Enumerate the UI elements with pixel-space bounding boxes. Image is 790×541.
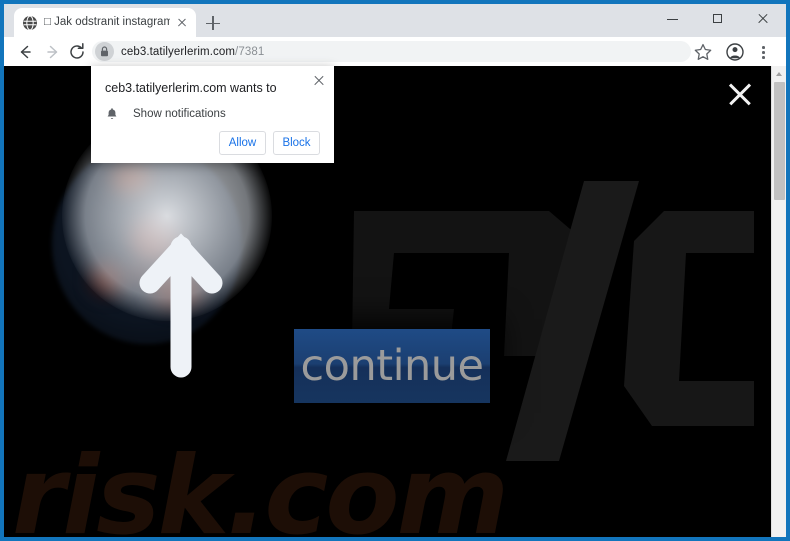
scroll-up-arrow-icon[interactable]: [772, 66, 786, 80]
risk-com-watermark: risk.com: [12, 434, 509, 537]
url-host: ceb3.tatilyerlerim.com: [121, 45, 236, 58]
browser-tab[interactable]: □ Jak odstranit instagram: [14, 8, 196, 37]
forward-arrow-icon: [47, 45, 58, 59]
globe-icon: [23, 15, 37, 30]
url-path: /7381: [235, 45, 265, 58]
allow-button[interactable]: Allow: [219, 131, 266, 155]
permission-label: Show notifications: [133, 108, 226, 120]
red-blob-graphic: [92, 262, 124, 294]
new-tab-button[interactable]: [202, 12, 224, 34]
browser-toolbar: ceb3.tatilyerlerim.com/7381: [4, 37, 786, 66]
red-blob-graphic: [112, 164, 152, 194]
continue-button-label: continue: [300, 341, 484, 391]
permission-row: Show notifications: [105, 107, 226, 121]
tab-strip: □ Jak odstranit instagram: [4, 4, 786, 37]
dialog-title: ceb3.tatilyerlerim.com wants to: [105, 81, 277, 95]
window-minimize-button[interactable]: [651, 4, 696, 33]
tab-close-icon[interactable]: [174, 15, 190, 31]
reload-icon[interactable]: [66, 41, 88, 63]
scrollbar-thumb[interactable]: [774, 82, 785, 200]
arrow-up-icon: [139, 233, 223, 378]
chrome-menu-icon[interactable]: [752, 41, 774, 63]
notification-permission-dialog: ceb3.tatilyerlerim.com wants to Show not…: [91, 66, 334, 163]
continue-button[interactable]: continue: [294, 329, 490, 403]
browser-window: □ Jak odstranit instagram ceb3.tatilyerl…: [0, 0, 790, 541]
vertical-scrollbar[interactable]: [771, 66, 786, 537]
window-maximize-button[interactable]: [696, 4, 741, 33]
profile-avatar-icon[interactable]: [724, 41, 746, 63]
pc-logo-watermark: [352, 181, 754, 461]
bookmark-star-icon[interactable]: [692, 41, 714, 63]
block-button[interactable]: Block: [273, 131, 320, 155]
url-text: ceb3.tatilyerlerim.com/7381: [121, 46, 264, 58]
bell-icon: [107, 108, 117, 120]
window-close-button[interactable]: [741, 4, 786, 33]
tab-title: □ Jak odstranit instagram: [44, 16, 170, 28]
lock-icon[interactable]: [95, 42, 114, 61]
page-close-icon[interactable]: [724, 78, 756, 110]
address-bar[interactable]: ceb3.tatilyerlerim.com/7381: [92, 41, 691, 62]
back-arrow-icon[interactable]: [14, 41, 36, 63]
dialog-close-icon[interactable]: [311, 72, 327, 88]
